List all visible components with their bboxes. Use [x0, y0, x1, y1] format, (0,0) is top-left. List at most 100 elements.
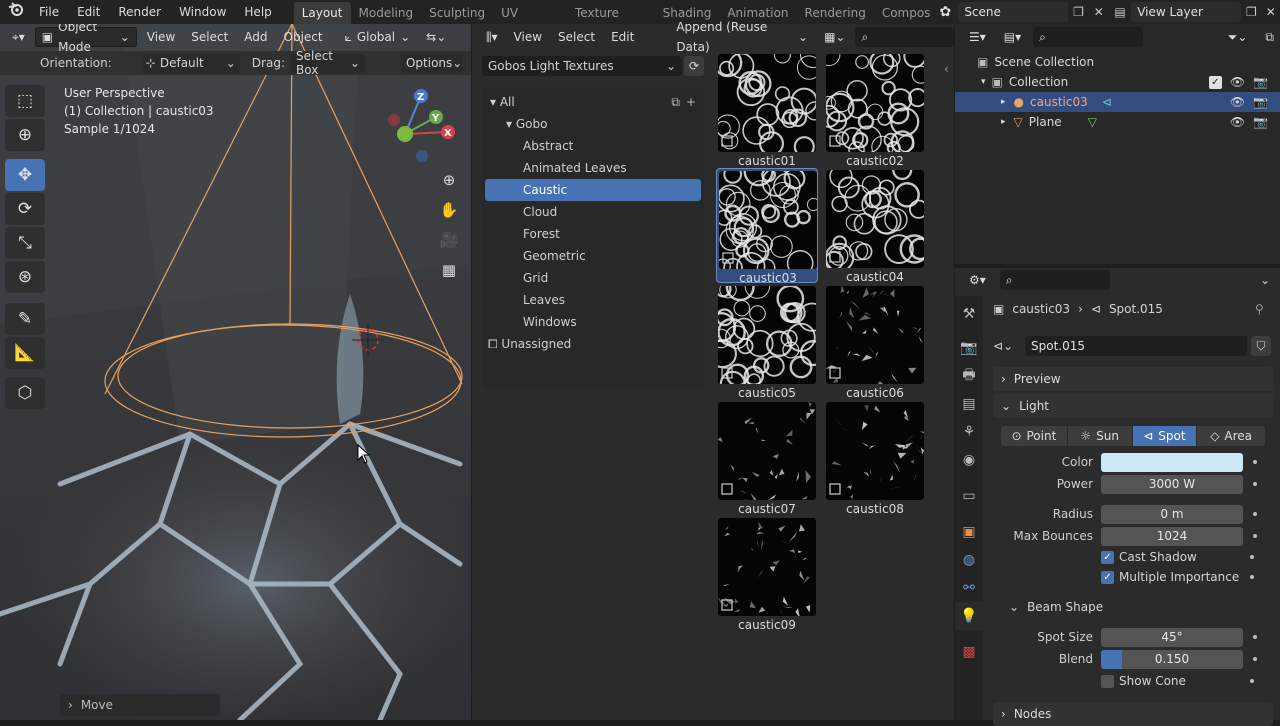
asset-search-input[interactable]: ⌕ — [855, 27, 954, 47]
delete-view-layer-icon[interactable]: ✕ — [1262, 5, 1280, 19]
import-method-dropdown[interactable]: Append (Reuse Data) ⌄ — [670, 20, 814, 54]
measure-tool-icon[interactable]: 📐 — [5, 337, 45, 369]
refresh-library-icon[interactable]: ⟳ — [684, 56, 704, 76]
outliner-search-input[interactable]: ⌕ — [1033, 27, 1144, 47]
preview-panel-header[interactable]: › Preview — [993, 367, 1273, 391]
menu-window[interactable]: Window — [170, 0, 235, 24]
workspace-tab-modeling[interactable]: Modeling — [351, 2, 422, 24]
menu-select[interactable]: Select — [185, 27, 234, 47]
menu-edit[interactable]: Edit — [68, 0, 109, 24]
catalog-item-abstract[interactable]: Abstract — [482, 135, 704, 157]
object-mode-dropdown[interactable]: ▣ Object Mode ⌄ — [34, 24, 137, 54]
datablock-name-field[interactable]: Spot.015 — [1025, 336, 1247, 356]
asset-library-selector[interactable]: Gobos Light Textures ⌄ — [482, 56, 682, 76]
delete-scene-icon[interactable]: ✕ — [1089, 5, 1109, 19]
camera-render-icon[interactable]: 📷 — [1253, 115, 1268, 129]
catalog-item-animated-leaves[interactable]: Animated Leaves — [482, 157, 704, 179]
catalog-item-windows[interactable]: Windows — [482, 311, 704, 333]
keyframe-dot-icon[interactable] — [1253, 534, 1257, 538]
properties-search-input[interactable]: ⌕ — [999, 270, 1110, 290]
catalog-item-caustic[interactable]: Caustic — [485, 179, 701, 201]
scene-icon[interactable]: ✿ — [932, 4, 958, 20]
menu-help[interactable]: Help — [235, 0, 280, 24]
menu-file[interactable]: File — [30, 0, 68, 24]
zoom-icon[interactable]: ⊕ — [437, 168, 461, 192]
pin-icon[interactable]: ⚲ — [1255, 302, 1264, 316]
rotate-tool-icon[interactable]: ⟳ — [5, 193, 45, 225]
workspace-tab-layout[interactable]: Layout — [293, 2, 351, 24]
3d-viewport[interactable]: ⌖▾ ▣ Object Mode ⌄ View Select Add Objec… — [0, 24, 471, 720]
menu-add[interactable]: Add — [238, 27, 273, 47]
annotate-tool-icon[interactable]: ✎ — [5, 303, 45, 335]
asset-menu-select[interactable]: Select — [552, 27, 601, 47]
camera-view-icon[interactable]: 🎥 — [437, 228, 461, 252]
power-field[interactable]: 3000 W — [1101, 474, 1243, 494]
navigation-gizmo[interactable]: Z Y X — [380, 86, 460, 166]
light-type-spot[interactable]: ⊲ Spot — [1132, 426, 1197, 446]
keyframe-dot-icon[interactable] — [1253, 635, 1257, 639]
editor-type-icon[interactable]: ⌖▾ — [6, 27, 31, 47]
nodes-panel-header[interactable]: › Nodes — [993, 702, 1273, 726]
cast-shadow-checkbox[interactable]: ✓ — [1101, 550, 1114, 564]
drag-dropdown[interactable]: Select Box ⌄ — [290, 49, 365, 77]
keyframe-dot-icon[interactable] — [1250, 575, 1254, 579]
workspace-tab-texture-paint[interactable]: Texture Paint — [567, 2, 655, 42]
light-type-sun[interactable]: ☼ Sun — [1067, 426, 1132, 446]
catalog-item-cloud[interactable]: Cloud — [482, 201, 704, 223]
camera-render-icon[interactable]: 📷 — [1253, 75, 1268, 89]
keyframe-dot-icon[interactable] — [1250, 679, 1254, 683]
chevron-down-icon[interactable]: ⌄ — [1260, 273, 1270, 287]
pan-hand-icon[interactable]: ✋ — [437, 198, 461, 222]
render-tab-icon[interactable]: 📷 — [955, 334, 983, 362]
workspace-tab-rendering[interactable]: Rendering — [797, 2, 874, 24]
select-box-tool-icon[interactable]: ⬚ — [5, 85, 45, 117]
asset-item-caustic04[interactable]: caustic04 — [824, 168, 926, 284]
max-bounces-field[interactable]: 1024 — [1101, 526, 1243, 546]
keyframe-dot-icon[interactable] — [1253, 482, 1257, 486]
light-type-area[interactable]: ◇ Area — [1197, 426, 1265, 446]
catalog-item-leaves[interactable]: Leaves — [482, 289, 704, 311]
keyframe-dot-icon[interactable] — [1253, 460, 1257, 464]
workspace-tab-compositing[interactable]: Compos — [874, 2, 933, 24]
options-dropdown[interactable]: Options ⌄ — [400, 53, 463, 73]
menu-render[interactable]: Render — [109, 0, 170, 24]
catalog-item-unassigned[interactable]: ⧠ Unassigned — [482, 333, 704, 355]
view-layer-icon[interactable]: ▤ — [1109, 5, 1131, 19]
radius-field[interactable]: 0 m — [1101, 504, 1243, 524]
catalog-item-forest[interactable]: Forest — [482, 223, 704, 245]
outliner-item-plane[interactable]: ▸ ▽ Plane ▽ 👁 📷 — [955, 112, 1280, 132]
new-collection-icon[interactable]: ⧉ — [1259, 27, 1280, 47]
scene-selector[interactable]: Scene — [958, 2, 1069, 22]
blend-slider[interactable]: 0.150 — [1101, 649, 1243, 669]
outliner-collection[interactable]: ▾ ▣ Collection ✓ 👁 📷 — [955, 72, 1280, 92]
asset-item-caustic03[interactable]: caustic03 — [716, 168, 818, 285]
fake-user-shield-icon[interactable]: ⛉ — [1251, 336, 1271, 356]
show-cone-checkbox[interactable] — [1101, 674, 1114, 688]
eye-icon[interactable]: 👁 — [1230, 75, 1245, 89]
move-tool-icon[interactable]: ✥ — [5, 159, 45, 191]
menu-view[interactable]: View — [141, 27, 181, 47]
editor-type-icon[interactable]: ⚙▾ — [963, 270, 992, 290]
orientation-setting-dropdown[interactable]: ⊹ Default ⌄ — [141, 53, 240, 73]
beam-shape-panel-header[interactable]: ⌄ Beam Shape — [1009, 596, 1103, 618]
outliner-scene-collection[interactable]: ▣ Scene Collection — [955, 52, 1280, 72]
editor-type-icon[interactable]: ⫼▾ — [480, 27, 504, 47]
asset-item-caustic07[interactable]: caustic07 — [716, 400, 818, 516]
scale-tool-icon[interactable]: ⤡ — [5, 227, 45, 259]
transform-orientation-dropdown[interactable]: ⟀ Global ⌄ — [339, 27, 417, 47]
pivot-icon[interactable]: ⇆⌄ — [420, 27, 452, 47]
filter-icon[interactable]: ⏷⌄ — [1222, 27, 1254, 47]
asset-item-caustic06[interactable]: caustic06 — [824, 284, 926, 400]
new-catalog-icon[interactable]: ⧉ — [671, 95, 680, 110]
asset-item-caustic02[interactable]: caustic02 — [824, 52, 926, 168]
keyframe-dot-icon[interactable] — [1250, 555, 1254, 559]
asset-item-caustic01[interactable]: caustic01 — [716, 52, 818, 168]
asset-browser-collapse-icon[interactable]: ‹ — [944, 62, 949, 76]
asset-item-caustic09[interactable]: caustic09 — [716, 516, 818, 632]
keyframe-dot-icon[interactable] — [1253, 512, 1257, 516]
light-type-point[interactable]: ⊙ Point — [1001, 426, 1067, 446]
display-mode-icon[interactable]: ▦⌄ — [818, 27, 851, 47]
copy-view-layer-icon[interactable]: ❐ — [1241, 5, 1261, 19]
operator-panel[interactable]: › Move — [60, 694, 220, 716]
transform-tool-icon[interactable]: ⊛ — [5, 261, 45, 293]
